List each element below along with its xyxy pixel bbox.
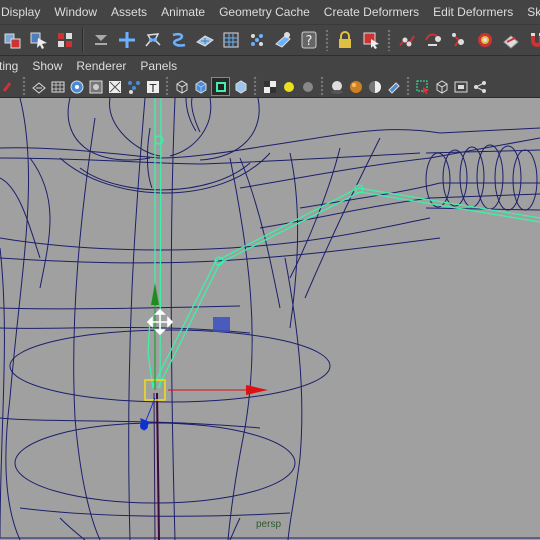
select-by-component-icon[interactable] bbox=[54, 29, 76, 51]
layout-icon[interactable] bbox=[433, 78, 450, 95]
wireframe-on-shaded-icon[interactable] bbox=[211, 77, 230, 96]
menu-geometry-cache[interactable]: Geometry Cache bbox=[212, 0, 317, 24]
select-by-object-icon[interactable] bbox=[28, 29, 50, 51]
smooth-shade-icon[interactable] bbox=[192, 78, 209, 95]
wireframe-icon[interactable] bbox=[106, 78, 123, 95]
ik-handle-icon[interactable] bbox=[422, 29, 444, 51]
frame-icon[interactable] bbox=[414, 78, 431, 95]
panel-toolbar: T bbox=[0, 76, 540, 98]
grid-icon[interactable] bbox=[87, 78, 104, 95]
snap-to-grid-icon[interactable] bbox=[116, 29, 138, 51]
ipr-icon[interactable] bbox=[272, 29, 294, 51]
safe-action-icon[interactable] bbox=[68, 78, 85, 95]
constraint-icon[interactable] bbox=[500, 29, 522, 51]
panel-menubar: ting Show Renderer Panels bbox=[0, 56, 540, 76]
toolbar-divider bbox=[253, 76, 257, 97]
share-icon[interactable] bbox=[471, 78, 488, 95]
toolbar-divider bbox=[22, 76, 26, 97]
perspective-viewport[interactable]: persp bbox=[0, 98, 540, 540]
textured-icon[interactable] bbox=[261, 78, 278, 95]
main-menubar: Display Window Assets Animate Geometry C… bbox=[0, 0, 540, 24]
select-icon[interactable] bbox=[385, 78, 402, 95]
toolbar-divider bbox=[165, 76, 169, 97]
select-tool-icon[interactable] bbox=[360, 29, 382, 51]
snap-to-point-icon[interactable] bbox=[168, 29, 190, 51]
menu-skeleton[interactable]: Skeleton bbox=[520, 0, 540, 24]
isolate-icon[interactable] bbox=[232, 78, 249, 95]
motion-blur-icon[interactable] bbox=[347, 78, 364, 95]
make-live-icon[interactable] bbox=[90, 29, 112, 51]
xray-icon[interactable] bbox=[125, 78, 142, 95]
lock-icon[interactable] bbox=[334, 29, 356, 51]
panel-menu-renderer[interactable]: Renderer bbox=[69, 56, 133, 76]
shelf-divider bbox=[387, 29, 391, 51]
move-manipulator[interactable] bbox=[140, 283, 268, 431]
svg-text:?: ? bbox=[306, 34, 313, 49]
magnet-icon[interactable] bbox=[526, 29, 540, 51]
menu-assets[interactable]: Assets bbox=[104, 0, 154, 24]
panel-menu-show[interactable]: Show bbox=[25, 56, 69, 76]
history-icon[interactable] bbox=[220, 29, 242, 51]
ambient-occlusion-icon[interactable] bbox=[328, 78, 345, 95]
camera-label: persp bbox=[256, 519, 282, 530]
depth-of-field-icon[interactable] bbox=[366, 78, 383, 95]
select-by-hierarchy-icon[interactable] bbox=[2, 29, 24, 51]
paint-weights-icon[interactable] bbox=[474, 29, 496, 51]
use-lights-icon[interactable] bbox=[280, 78, 297, 95]
help-icon[interactable]: ? bbox=[298, 29, 320, 51]
menu-window[interactable]: Window bbox=[47, 0, 104, 24]
menu-animate[interactable]: Animate bbox=[154, 0, 212, 24]
shelf-divider bbox=[325, 29, 329, 51]
shadows-icon[interactable] bbox=[299, 78, 316, 95]
toolbar-divider bbox=[320, 76, 324, 97]
menu-create-deformers[interactable]: Create Deformers bbox=[317, 0, 426, 24]
selected-skeleton-joints[interactable] bbox=[147, 98, 540, 540]
toolbar-divider bbox=[406, 76, 410, 97]
bind-skin-icon[interactable] bbox=[448, 29, 470, 51]
resolution-gate-icon[interactable] bbox=[49, 78, 66, 95]
render-icon[interactable] bbox=[246, 29, 268, 51]
text-icon[interactable]: T bbox=[144, 78, 161, 95]
status-line: ? No bbox=[0, 24, 540, 56]
film-gate-icon[interactable] bbox=[30, 78, 47, 95]
camera-icon[interactable] bbox=[1, 78, 18, 95]
panel-menu-panels[interactable]: Panels bbox=[133, 56, 184, 76]
character-wireframe-mesh bbox=[0, 98, 540, 540]
joint-tool-icon[interactable] bbox=[396, 29, 418, 51]
camera-attributes-icon[interactable] bbox=[452, 78, 469, 95]
bounding-box-icon[interactable] bbox=[173, 78, 190, 95]
shelf-separator bbox=[82, 28, 84, 52]
panel-menu-lighting[interactable]: ting bbox=[0, 56, 25, 76]
menu-display[interactable]: Display bbox=[0, 0, 47, 24]
snap-to-surface-icon[interactable] bbox=[194, 29, 216, 51]
menu-edit-deformers[interactable]: Edit Deformers bbox=[426, 0, 520, 24]
snap-to-curve-icon[interactable] bbox=[142, 29, 164, 51]
svg-text:T: T bbox=[148, 82, 156, 95]
viewport-scene bbox=[0, 98, 540, 540]
